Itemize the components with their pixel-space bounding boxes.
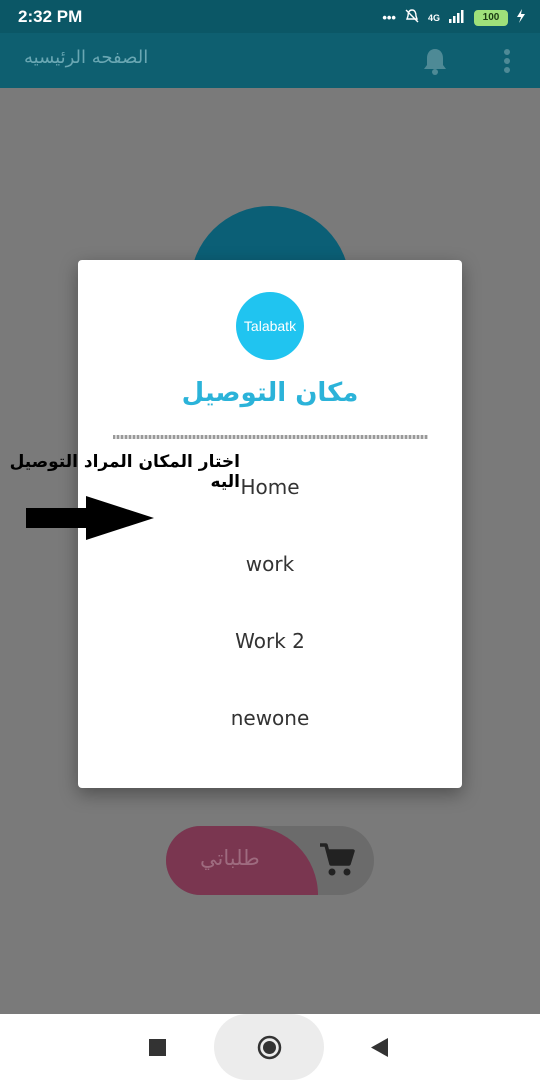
recent-apps-icon[interactable] [149, 1039, 166, 1056]
annotation-text: اختار المكان المراد التوصيل اليه [9, 452, 240, 492]
status-bar: 2:32 PM ••• 4G 100 [0, 0, 540, 33]
dialog-title: مكان التوصيل [181, 378, 359, 408]
mute-icon [404, 8, 420, 27]
status-icons: ••• 4G 100 [382, 8, 526, 27]
signal-icon [448, 9, 466, 26]
app-title: الصفحه الرئيسيه [24, 47, 149, 68]
divider [113, 435, 428, 439]
arrow-right-icon [26, 496, 154, 540]
app-bar: الصفحه الرئيسيه [0, 33, 540, 88]
cart-icon[interactable] [318, 842, 356, 878]
network-4g-icon: 4G [427, 12, 440, 23]
location-option-work-2[interactable]: Work 2 [78, 629, 462, 653]
more-vert-icon[interactable] [502, 48, 512, 74]
location-option-newone[interactable]: newone [78, 706, 462, 730]
app-logo: Talabatk [236, 292, 304, 360]
location-option-work[interactable]: work [78, 552, 462, 576]
bell-icon[interactable] [422, 46, 448, 76]
home-icon[interactable] [257, 1035, 282, 1060]
system-nav-bar [0, 1014, 540, 1080]
battery-icon: 100 [474, 9, 508, 26]
back-icon[interactable] [371, 1038, 389, 1057]
status-time: 2:32 PM [18, 7, 83, 26]
orders-label: طلباتي [200, 846, 260, 870]
more-dots-icon: ••• [382, 10, 396, 25]
charging-icon [516, 9, 526, 26]
